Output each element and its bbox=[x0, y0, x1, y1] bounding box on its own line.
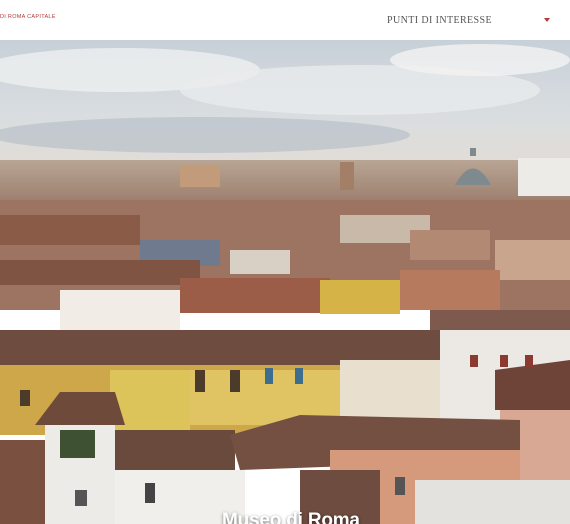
brand-text[interactable]: DI ROMA CAPITALE bbox=[0, 14, 56, 20]
hero-image: Museo di Roma bbox=[0, 40, 570, 524]
rome-panorama-illustration bbox=[0, 40, 570, 524]
caret-down-icon bbox=[544, 18, 550, 22]
top-bar: DI ROMA CAPITALE PUNTI DI INTERESSE bbox=[0, 0, 570, 40]
points-of-interest-menu[interactable]: PUNTI DI INTERESSE bbox=[387, 10, 550, 30]
menu-label: PUNTI DI INTERESSE bbox=[387, 14, 492, 26]
hero-title[interactable]: Museo di Roma bbox=[222, 510, 360, 524]
